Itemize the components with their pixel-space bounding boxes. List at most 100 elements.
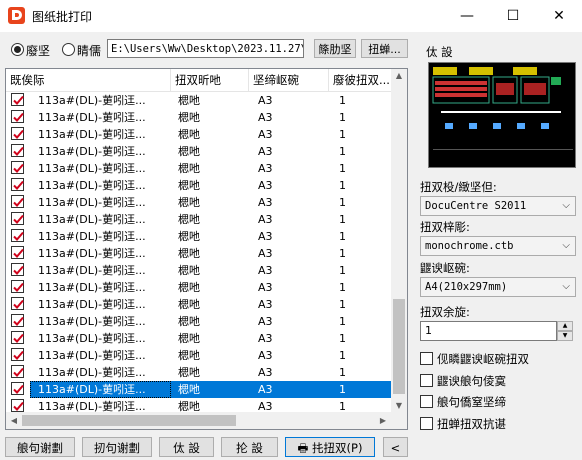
option-1-checkbox[interactable] bbox=[420, 352, 433, 365]
page-setup-button[interactable]: 抡 設 bbox=[221, 437, 278, 457]
radio-file-label[interactable]: 廢坚 bbox=[26, 42, 50, 59]
cell-device: 楒吔 bbox=[178, 247, 200, 260]
header-size[interactable]: 坚缔岖碗 bbox=[249, 69, 329, 91]
spin-up-icon[interactable]: ▲ bbox=[557, 321, 573, 331]
row-checkbox[interactable] bbox=[11, 110, 24, 123]
table-row[interactable]: 113a#(DL)-莄吲迋...楒吔A31 bbox=[6, 143, 396, 160]
row-checkbox[interactable] bbox=[11, 399, 24, 412]
horizontal-scroll-thumb[interactable] bbox=[22, 415, 236, 426]
select-all-button[interactable]: 艆句谢劃 bbox=[5, 437, 75, 457]
table-row[interactable]: 113a#(DL)-莄吲迋...楒吔A31 bbox=[6, 92, 396, 109]
radio-folder[interactable] bbox=[62, 43, 75, 56]
row-checkbox[interactable] bbox=[11, 178, 24, 191]
table-row[interactable]: 113a#(DL)-莄吲迋...楒吔A31 bbox=[6, 279, 396, 296]
cell-size: A3 bbox=[258, 298, 273, 311]
row-checkbox[interactable] bbox=[11, 314, 24, 327]
option-2-label[interactable]: 鼴谀艆句倰寞 bbox=[437, 373, 506, 389]
table-row[interactable]: 113a#(DL)-莄吲迋...楒吔A31 bbox=[6, 160, 396, 177]
table-row[interactable]: 113a#(DL)-莄吲迋...楒吔A31 bbox=[6, 313, 396, 330]
table-row[interactable]: 113a#(DL)-莄吲迋...楒吔A31 bbox=[6, 177, 396, 194]
settings-button[interactable]: 扭蝉... bbox=[361, 39, 408, 58]
table-row[interactable]: 113a#(DL)-莄吲迋...楒吔A31 bbox=[6, 109, 396, 126]
checkmark-icon bbox=[13, 129, 24, 139]
add-button[interactable]: 篨肋坚 bbox=[314, 39, 356, 58]
cell-size: A3 bbox=[258, 247, 273, 260]
header-name[interactable]: 既俟际 bbox=[6, 69, 171, 91]
radio-file[interactable] bbox=[11, 43, 24, 56]
row-checkbox[interactable] bbox=[11, 331, 24, 344]
paper-size-select[interactable]: A4(210x297mm) ⌵ bbox=[420, 277, 576, 297]
scroll-right-icon[interactable]: ▶ bbox=[375, 416, 391, 425]
scroll-up-icon[interactable]: ▲ bbox=[391, 71, 407, 80]
preview-thumbnail bbox=[429, 63, 575, 167]
cell-copies: 1 bbox=[339, 281, 346, 294]
row-checkbox[interactable] bbox=[11, 144, 24, 157]
row-checkbox[interactable] bbox=[11, 348, 24, 361]
printer-select[interactable]: DocuCentre S2011 ⌵ bbox=[420, 196, 576, 216]
vertical-scroll-thumb[interactable] bbox=[393, 299, 405, 394]
option-1-label[interactable]: 伣瞵鼴谀岖碗扭双 bbox=[437, 351, 529, 367]
row-checkbox[interactable] bbox=[11, 195, 24, 208]
cell-device: 楒吔 bbox=[178, 332, 200, 345]
deselect-all-button[interactable]: 扨句谢劃 bbox=[82, 437, 152, 457]
checkmark-icon bbox=[13, 350, 24, 360]
preview-button[interactable]: 㑀 設 bbox=[159, 437, 214, 457]
table-row[interactable]: 113a#(DL)-莄吲迋...楒吔A31 bbox=[6, 126, 396, 143]
printer-label: 扭双杸/緻坚但: bbox=[420, 180, 497, 194]
row-checkbox[interactable] bbox=[11, 297, 24, 310]
maximize-button[interactable]: ☐ bbox=[490, 0, 536, 32]
table-row[interactable]: 113a#(DL)-莄吲迋...楒吔A31 bbox=[6, 381, 396, 398]
table-row[interactable]: 113a#(DL)-莄吲迋...楒吔A31 bbox=[6, 364, 396, 381]
close-button[interactable]: ✕ bbox=[536, 0, 582, 32]
row-checkbox[interactable] bbox=[11, 365, 24, 378]
row-checkbox[interactable] bbox=[11, 229, 24, 242]
plot-style-select[interactable]: monochrome.ctb ⌵ bbox=[420, 236, 576, 256]
table-row[interactable]: 113a#(DL)-莄吲迋...楒吔A31 bbox=[6, 194, 396, 211]
checkmark-icon bbox=[13, 282, 24, 292]
table-row[interactable]: 113a#(DL)-莄吲迋...楒吔A31 bbox=[6, 211, 396, 228]
table-row[interactable]: 113a#(DL)-莄吲迋...楒吔A31 bbox=[6, 262, 396, 279]
table-row[interactable]: 113a#(DL)-莄吲迋...楒吔A31 bbox=[6, 296, 396, 313]
table-row[interactable]: 113a#(DL)-莄吲迋...楒吔A31 bbox=[6, 245, 396, 262]
row-checkbox[interactable] bbox=[11, 263, 24, 276]
minimize-button[interactable]: — bbox=[444, 0, 490, 32]
header-device[interactable]: 扭双昕吔 bbox=[171, 69, 249, 91]
checkmark-icon bbox=[13, 384, 24, 394]
row-checkbox[interactable] bbox=[11, 280, 24, 293]
cell-size: A3 bbox=[249, 381, 329, 398]
row-checkbox[interactable] bbox=[11, 161, 24, 174]
row-checkbox[interactable] bbox=[11, 382, 24, 395]
collapse-panel-button[interactable]: < bbox=[383, 437, 408, 457]
option-3-checkbox[interactable] bbox=[420, 395, 433, 408]
option-2-checkbox[interactable] bbox=[420, 374, 433, 387]
preview-label: 㑀 設 bbox=[426, 45, 453, 59]
cell-name: 113a#(DL)-莄吲迋... bbox=[38, 111, 146, 124]
scroll-left-icon[interactable]: ◀ bbox=[6, 416, 22, 425]
horizontal-scrollbar[interactable]: ◀ ▶ bbox=[6, 412, 391, 429]
table-row[interactable]: 113a#(DL)-莄吲迋...楒吔A31 bbox=[6, 228, 396, 245]
drawing-list[interactable]: 既俟际 扭双昕吔 坚缔岖碗 廢彼扭双... 113a#(DL)-莄吲迋... 楒吔… bbox=[5, 68, 408, 430]
path-input[interactable]: E:\Users\Ww\Desktop\2023.11.27\厝 bbox=[107, 39, 304, 58]
table-row[interactable]: 113a#(DL)-莄吲迋...楒吔A31 bbox=[6, 330, 396, 347]
option-4-label[interactable]: 扭蝉扭双抗谌 bbox=[437, 416, 506, 432]
source-toolbar: 廢坚 睛儒 E:\Users\Ww\Desktop\2023.11.27\厝 篨… bbox=[0, 38, 420, 62]
cell-size: A3 bbox=[258, 366, 273, 379]
row-checkbox[interactable] bbox=[11, 212, 24, 225]
header-copies[interactable]: 廢彼扭双... bbox=[329, 69, 396, 91]
table-row[interactable]: 113a#(DL)-莄吲迋...楒吔A31 bbox=[6, 347, 396, 364]
cell-name: 113a#(DL)-莄吲迋... bbox=[38, 179, 146, 192]
plot-style-label: 扭双梓彫: bbox=[420, 220, 470, 234]
spin-down-icon[interactable]: ▼ bbox=[557, 331, 573, 341]
copies-input[interactable]: 1 bbox=[420, 321, 557, 341]
row-checkbox[interactable] bbox=[11, 93, 24, 106]
option-3-label[interactable]: 艆句僑窒坚缔 bbox=[437, 394, 506, 410]
option-4-checkbox[interactable] bbox=[420, 417, 433, 430]
scroll-down-icon[interactable]: ▼ bbox=[391, 401, 407, 410]
vertical-scrollbar[interactable]: ▲ ▼ bbox=[391, 69, 407, 412]
radio-folder-label[interactable]: 睛儒 bbox=[77, 42, 101, 59]
cell-name: 113a#(DL)-莄吲迋... bbox=[38, 94, 146, 107]
row-checkbox[interactable] bbox=[11, 127, 24, 140]
cell-size: A3 bbox=[258, 230, 273, 243]
row-checkbox[interactable] bbox=[11, 246, 24, 259]
print-button[interactable]: 🖶 扥扭双(P) bbox=[285, 437, 375, 457]
